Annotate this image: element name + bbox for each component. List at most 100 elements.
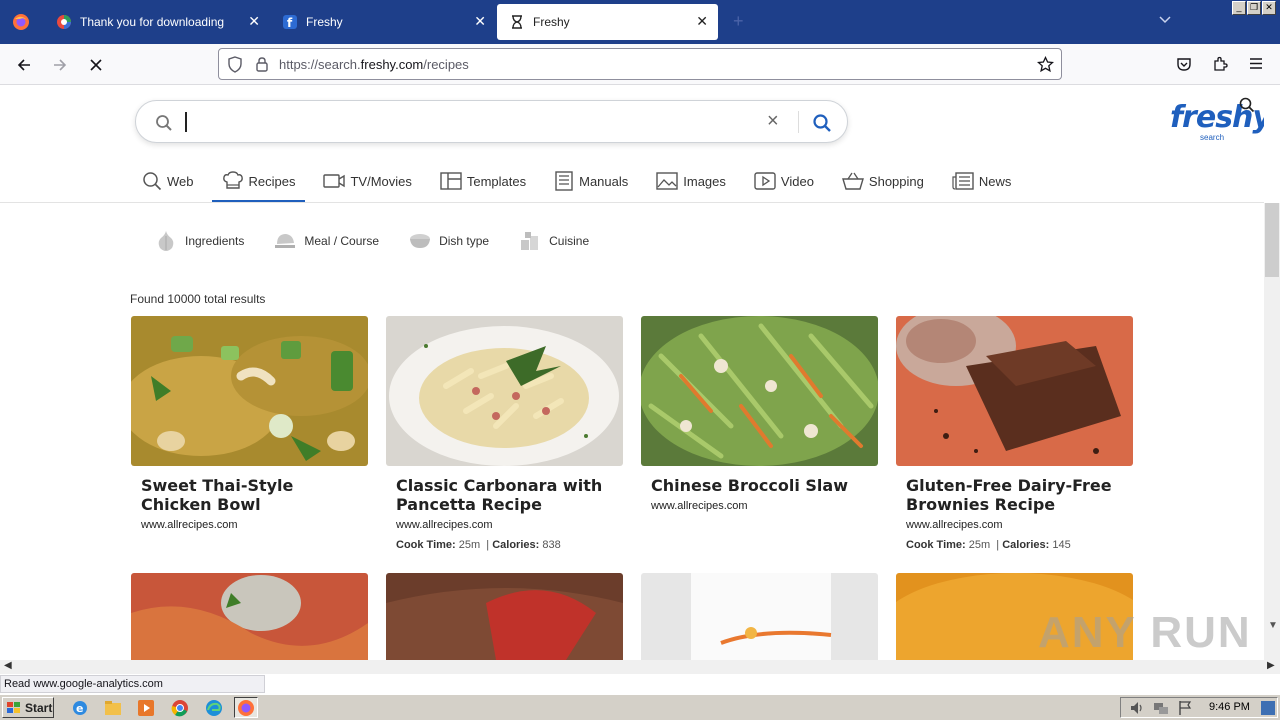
search-box[interactable]: × — [135, 100, 848, 143]
back-button[interactable] — [11, 52, 37, 78]
tab-thank-you[interactable]: Thank you for downloading ✕ — [44, 4, 270, 40]
recipe-card[interactable]: Classic Carbonara with Pancetta Recipe w… — [386, 316, 623, 551]
tab-freshy-1[interactable]: f Freshy ✕ — [270, 4, 496, 40]
recipe-card[interactable]: Sweet Thai-Style Chicken Bowl www.allrec… — [131, 316, 368, 531]
scroll-down-arrow-icon[interactable]: ▼ — [1268, 620, 1278, 631]
filter-ingredients[interactable]: Ingredients — [155, 230, 244, 252]
cook-time-label: Cook Time: — [396, 539, 456, 551]
extensions-icon[interactable] — [1212, 56, 1228, 75]
search-input[interactable] — [185, 112, 187, 132]
url-domain: freshy.com — [360, 57, 424, 72]
video-icon — [754, 172, 776, 190]
recipe-meta: Cook Time: 25m | Calories: 838 — [396, 539, 561, 551]
tab-shopping[interactable]: Shopping — [832, 160, 934, 202]
pocket-icon[interactable] — [1176, 56, 1192, 75]
close-tab-icon[interactable]: ✕ — [696, 14, 708, 28]
volume-icon[interactable] — [1129, 700, 1145, 719]
clear-search-icon[interactable]: × — [767, 111, 779, 131]
network-icon[interactable] — [1153, 700, 1169, 719]
internet-explorer-icon[interactable]: e — [71, 699, 89, 717]
status-bar: Read www.google-analytics.com — [0, 675, 265, 693]
tab-label: Video — [780, 173, 814, 189]
tab-freshy-active[interactable]: Freshy ✕ — [497, 4, 718, 40]
forward-button[interactable] — [47, 52, 73, 78]
minimize-button[interactable]: _ — [1232, 1, 1246, 15]
recipe-title[interactable]: Sweet Thai-Style Chicken Bowl — [141, 476, 358, 514]
edge-icon[interactable] — [205, 699, 223, 717]
tab-templates[interactable]: Templates — [430, 160, 536, 202]
recipe-title[interactable]: Classic Carbonara with Pancetta Recipe — [396, 476, 613, 514]
media-player-icon[interactable] — [137, 699, 155, 717]
start-button[interactable]: Start — [2, 697, 54, 718]
calories-value: 838 — [542, 539, 561, 551]
vertical-scroll-thumb[interactable] — [1265, 203, 1279, 277]
close-window-button[interactable]: ✕ — [1262, 1, 1276, 15]
filter-cuisine[interactable]: Cuisine — [519, 230, 589, 252]
flag-icon[interactable] — [1177, 700, 1193, 719]
scroll-left-arrow-icon[interactable]: ◀ — [4, 660, 12, 671]
search-submit-icon[interactable] — [812, 113, 832, 136]
filter-label: Dish type — [439, 234, 490, 248]
lock-icon[interactable] — [255, 56, 269, 75]
new-tab-button[interactable]: + — [733, 12, 744, 30]
list-all-tabs-icon[interactable] — [1158, 14, 1172, 28]
tab-web[interactable]: Web — [132, 160, 204, 202]
hamburger-menu-icon[interactable] — [1249, 57, 1263, 73]
tab-images[interactable]: Images — [646, 160, 736, 202]
tab-news[interactable]: News — [942, 160, 1022, 202]
category-tabs: Web Recipes TV/Movies Templates Manuals … — [132, 160, 1029, 202]
recipe-title[interactable]: Chinese Broccoli Slaw — [651, 476, 868, 495]
recipe-card[interactable] — [386, 573, 623, 660]
tab-tv-movies[interactable]: TV/Movies — [313, 160, 421, 202]
garlic-icon — [158, 231, 174, 251]
svg-text:f: f — [287, 16, 293, 30]
chrome-icon[interactable] — [171, 699, 189, 717]
recipe-meta: Cook Time: 25m | Calories: 145 — [906, 539, 1071, 551]
recipe-card[interactable] — [131, 573, 368, 660]
recipe-image[interactable] — [131, 573, 368, 660]
tab-manuals[interactable]: Manuals — [544, 160, 638, 202]
recipe-card[interactable]: Chinese Broccoli Slaw www.allrecipes.com — [641, 316, 878, 512]
recipe-title[interactable]: Gluten-Free Dairy-Free Brownies Recipe — [906, 476, 1123, 514]
recipe-image[interactable] — [386, 316, 623, 466]
restore-button[interactable]: ❐ — [1247, 1, 1261, 15]
firefox-menu-icon[interactable] — [0, 0, 42, 44]
show-desktop-icon[interactable] — [1261, 701, 1275, 715]
bookmark-star-icon[interactable] — [1036, 55, 1055, 76]
tab-label: Freshy — [306, 15, 343, 29]
scroll-right-arrow-icon[interactable]: ▶ — [1267, 660, 1275, 671]
tab-recipes[interactable]: Recipes — [211, 160, 306, 202]
tab-label: Images — [683, 173, 726, 189]
recipe-image[interactable] — [386, 573, 623, 660]
horizontal-scrollbar[interactable]: ◀ ▶ — [0, 660, 1280, 674]
recipe-card[interactable]: Gluten-Free Dairy-Free Brownies Recipe w… — [896, 316, 1133, 551]
search-icon — [143, 172, 162, 191]
recipe-image[interactable] — [641, 316, 878, 466]
cook-time-label: Cook Time: — [906, 539, 966, 551]
recipe-image[interactable] — [641, 573, 878, 660]
recipe-image[interactable] — [896, 316, 1133, 466]
recipe-card[interactable] — [641, 573, 878, 660]
close-tab-icon[interactable]: ✕ — [248, 14, 260, 28]
file-explorer-icon[interactable] — [104, 699, 122, 717]
close-tab-icon[interactable]: ✕ — [474, 14, 486, 28]
stop-loading-button[interactable] — [83, 52, 109, 78]
cook-time-value: 25m — [968, 539, 991, 551]
filter-dish-type[interactable]: Dish type — [409, 230, 489, 252]
shield-icon[interactable] — [227, 56, 243, 76]
address-bar[interactable]: https://search.freshy.com/recipes — [218, 48, 1062, 80]
search-divider — [798, 111, 799, 133]
tab-video[interactable]: Video — [744, 160, 824, 202]
firefox-taskbar-button[interactable] — [234, 697, 258, 718]
recipe-image[interactable] — [131, 316, 368, 466]
logo-magnifier-icon — [1239, 97, 1255, 116]
recipe-source: www.allrecipes.com — [906, 519, 1003, 531]
recipe-source: www.allrecipes.com — [141, 519, 238, 531]
anyrun-watermark: ANY RUN — [1038, 608, 1252, 657]
navigation-toolbar: https://search.freshy.com/recipes — [0, 44, 1280, 85]
filter-meal-course[interactable]: Meal / Course — [274, 230, 379, 252]
recipe-source: www.allrecipes.com — [396, 519, 493, 531]
url-text[interactable]: https://search.freshy.com/recipes — [279, 57, 469, 72]
freshy-logo[interactable]: freshy search — [1170, 95, 1264, 145]
tab-label: Thank you for downloading — [80, 15, 225, 29]
